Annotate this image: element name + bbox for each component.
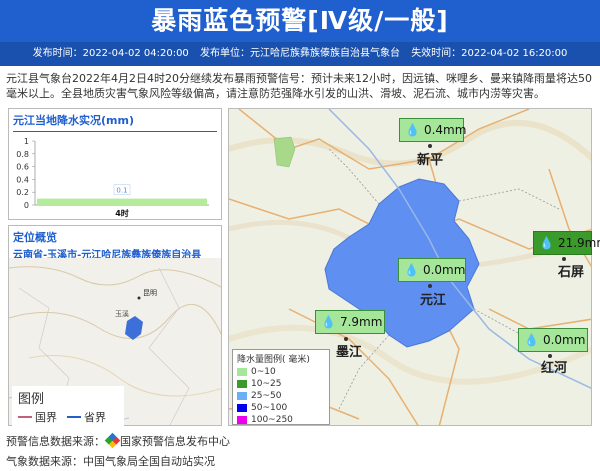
raindrop-icon: 💧 — [321, 315, 336, 329]
rain-legend-row: 0~10 — [237, 366, 325, 378]
city-label-yuanjiang: 元江 — [420, 293, 447, 308]
city-label-xinping: 新平 — [417, 153, 444, 168]
legend-title: 图例 — [18, 392, 45, 407]
legend-label: 0~10 — [251, 367, 276, 377]
city-dot — [428, 144, 432, 148]
station-mojiang[interactable]: 💧 7.9mm — [315, 310, 385, 334]
station-value: 7.9mm — [339, 315, 383, 329]
city-label-mojiang: 墨江 — [336, 345, 363, 360]
warning-source-link[interactable]: 国家预警信息发布中心 — [120, 435, 230, 448]
rain-bar — [37, 198, 207, 205]
y-tick-label: 0.6 — [16, 163, 29, 172]
expire-time: 失效时间：2022-04-02 16:20:00 — [411, 48, 568, 59]
raindrop-icon: 💧 — [404, 263, 419, 277]
rain-legend-title: 降水量图例( 毫米) — [237, 355, 310, 365]
national-border-swatch — [18, 416, 32, 418]
city-dot — [428, 284, 432, 288]
legend-label: 10~25 — [251, 379, 282, 389]
x-category-label: 4时 — [115, 208, 129, 218]
weather-source-line: 气象数据来源：中国气象局全国自动站实况 — [6, 455, 215, 468]
rain-legend-row: 25~50 — [237, 390, 325, 402]
map-label-yuxi: 玉溪 — [115, 309, 129, 318]
warning-source-label: 预警信息数据来源： — [6, 435, 105, 448]
release-center-logo-icon — [104, 432, 121, 449]
panel-divider — [13, 131, 217, 132]
y-tick-label: 0.2 — [16, 188, 29, 197]
y-tick-label: 0.8 — [16, 150, 29, 159]
station-shiping[interactable]: 💧 21.9mm — [533, 231, 600, 255]
location-title: 定位概览 — [13, 231, 57, 244]
publish-time: 发布时间：2022-04-02 04:20:00 — [32, 48, 189, 59]
legend-province-border: 省界 — [84, 411, 106, 424]
y-tick-label: 0 — [24, 201, 29, 210]
legend-row: 国界 省界 — [18, 409, 118, 425]
publisher: 发布单位：元江哈尼族彝族傣族自治县气象台 — [200, 48, 400, 59]
warning-title: 暴雨蓝色预警[Ⅳ级/一般] — [0, 0, 600, 42]
rain-legend-row: 50~100 — [237, 402, 325, 414]
city-label-shiping: 石屏 — [558, 265, 585, 280]
legend-label: 25~50 — [251, 391, 282, 401]
raindrop-icon: 💧 — [539, 236, 554, 250]
y-tick-label: 1 — [24, 137, 29, 146]
station-value: 0.4mm — [423, 123, 467, 137]
raindrop-icon: 💧 — [524, 333, 539, 347]
city-label-honghe: 红河 — [541, 361, 568, 376]
province-border-swatch — [67, 416, 81, 418]
legend-swatch — [237, 380, 247, 388]
y-tick-label: 0.4 — [16, 175, 29, 184]
rain-legend: 降水量图例( 毫米) 0~10 10~25 25~50 50~100 100~2… — [232, 349, 330, 425]
station-value: 0.0mm — [422, 263, 466, 277]
boundary-legend: 图例 国界 省界 — [12, 386, 124, 426]
station-value: 21.9mm — [557, 236, 600, 250]
legend-label: 100~250 — [251, 415, 293, 425]
station-yuanjiang[interactable]: 💧 0.0mm — [398, 258, 466, 282]
station-value: 0.0mm — [542, 333, 586, 347]
warning-description: 元江县气象台2022年4月2日4时20分继续发布暴雨预警信号：预计未来12小时，… — [6, 72, 592, 100]
rain-panel: 元江当地降水实况(mm) 0 0.2 0.4 0.6 0.8 1 0.1 4时 — [8, 108, 222, 220]
rain-legend-row: 10~25 — [237, 378, 325, 390]
legend-swatch — [237, 404, 247, 412]
warning-source-line: 预警信息数据来源： 国家预警信息发布中心 — [6, 432, 230, 449]
legend-swatch — [237, 368, 247, 376]
legend-label: 50~100 — [251, 403, 288, 413]
station-honghe[interactable]: 💧 0.0mm — [518, 328, 588, 352]
legend-swatch — [237, 416, 247, 424]
meta-bar: 发布时间：2022-04-02 04:20:00 发布单位：元江哈尼族彝族傣族自… — [0, 42, 600, 66]
rain-legend-row: 100~250 — [237, 414, 325, 426]
legend-swatch — [237, 392, 247, 400]
map-label-kunming: 昆明 — [143, 289, 157, 297]
data-label: 0.1 — [116, 187, 127, 195]
rain-panel-title: 元江当地降水实况(mm) — [13, 114, 134, 127]
rain-chart: 0 0.2 0.4 0.6 0.8 1 0.1 4时 — [16, 137, 209, 218]
station-xinping[interactable]: 💧 0.4mm — [399, 118, 467, 142]
legend-national-border: 国界 — [35, 411, 57, 424]
raindrop-icon: 💧 — [405, 123, 420, 137]
